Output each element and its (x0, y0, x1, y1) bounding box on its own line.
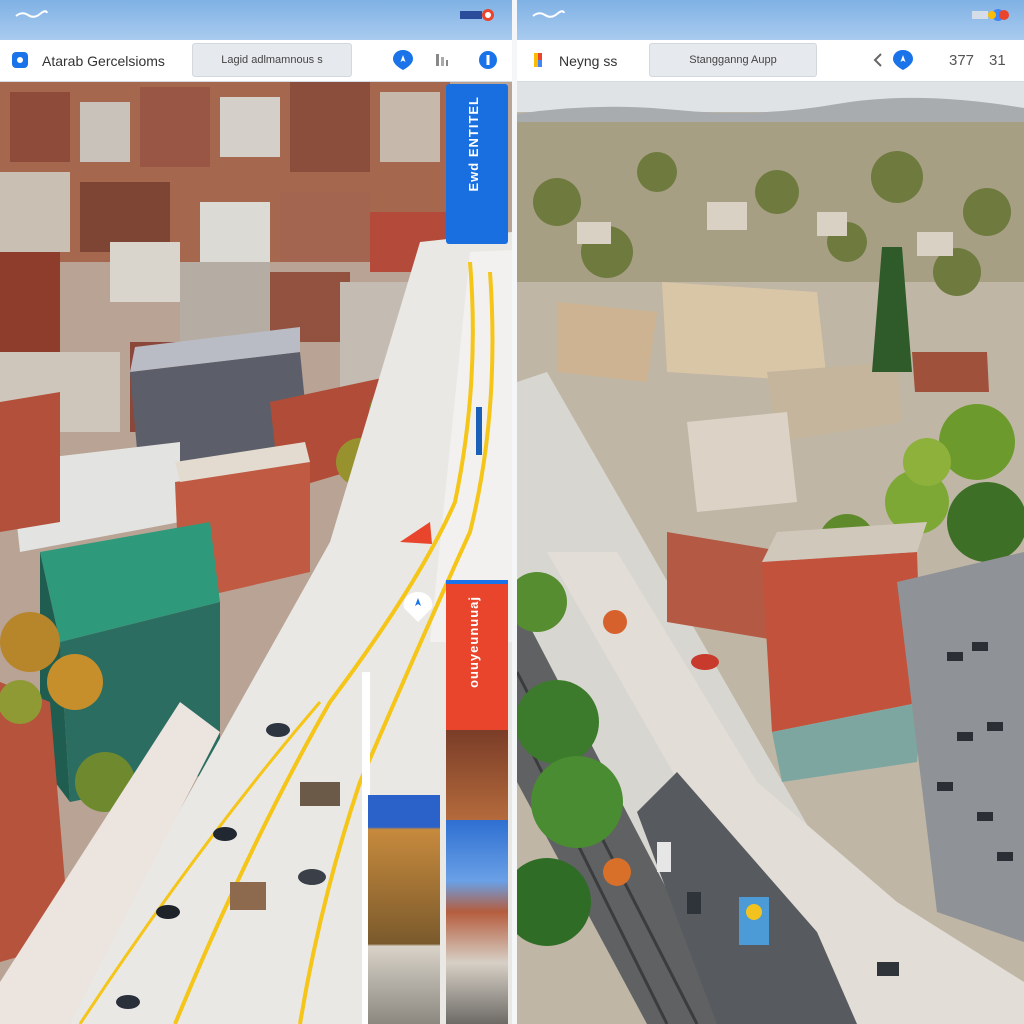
map-pin-icon[interactable] (531, 52, 547, 68)
wave-icon (532, 10, 565, 18)
side-card-bottom-label: ouuyeunuuaj (466, 596, 481, 688)
left-title-bar (0, 0, 512, 40)
right-map-window: Neyng ss Stangganng Aupp 377 31 (517, 0, 1024, 1024)
share-icon[interactable] (430, 48, 454, 72)
back-chevron-icon[interactable] (867, 48, 891, 72)
photo-thumbnail-street[interactable] (446, 730, 508, 820)
right-title-bar (517, 0, 1024, 40)
side-card-top[interactable]: Ewd ENTITEL (446, 84, 508, 244)
stone-building (662, 282, 827, 382)
side-card-top-label: Ewd ENTITEL (466, 96, 481, 192)
location-marker-icon[interactable] (391, 48, 415, 72)
wave-icon (15, 10, 48, 18)
side-card-bottom[interactable]: ouuyeunuuaj (446, 580, 508, 730)
left-toolbar: Atarab Gercelsioms Lagid adlmamnous s (0, 40, 512, 82)
right-toolbar: Neyng ss Stangganng Aupp 377 31 (517, 40, 1024, 82)
right-app-title: Neyng ss (559, 53, 618, 69)
info-icon[interactable] (476, 48, 500, 72)
left-map-window: Atarab Gercelsioms Lagid adlmamnous s Ew… (0, 0, 512, 1024)
photo-thumbnail-building[interactable] (446, 820, 508, 1024)
window-brand-icon (972, 9, 1009, 21)
map-pin-icon[interactable] (12, 52, 28, 68)
brick-building-main (762, 552, 922, 732)
right-search-input[interactable]: Stangganng Aupp (649, 43, 817, 77)
left-search-input[interactable]: Lagid adlmamnous s (192, 43, 352, 77)
window-brand-icon (460, 9, 494, 21)
left-app-title: Atarab Gercelsioms (42, 53, 165, 69)
right-aerial-map[interactable] (517, 82, 1024, 1024)
counter-secondary: 31 (989, 52, 1006, 69)
location-pin-icon[interactable] (891, 48, 915, 72)
counter-primary: 377 (949, 52, 975, 69)
photo-thumbnail-trees[interactable] (368, 795, 440, 1024)
